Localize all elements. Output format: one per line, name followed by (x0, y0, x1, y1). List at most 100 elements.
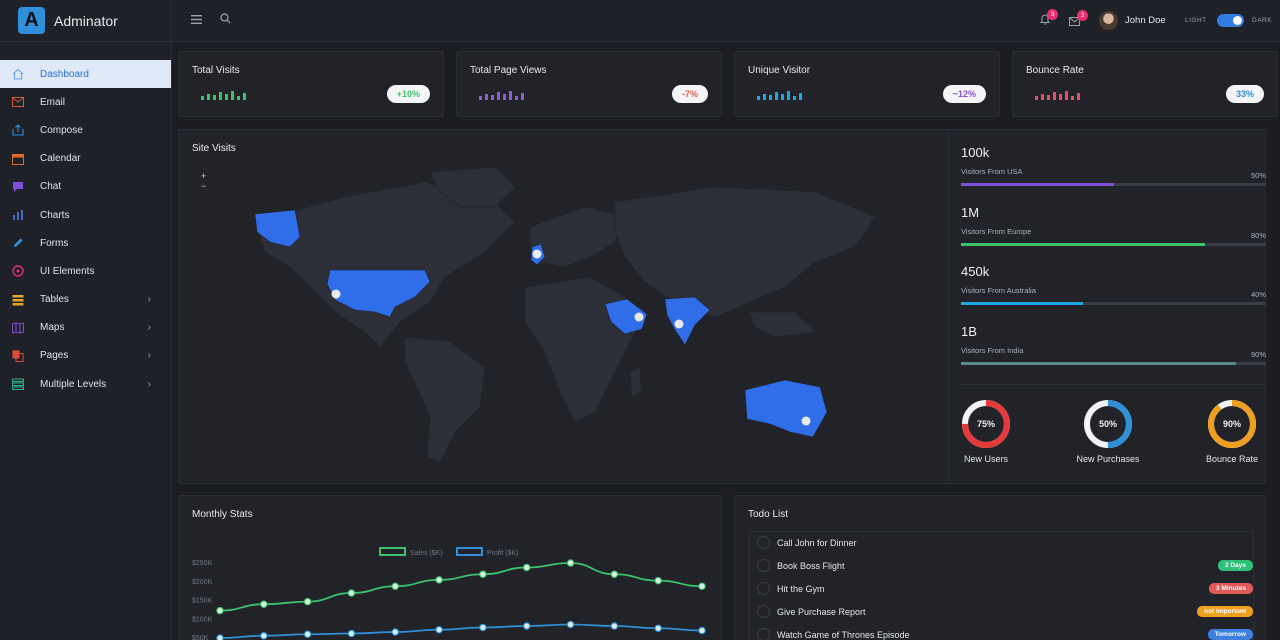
sparkline-bar (1035, 96, 1038, 100)
menu-icon[interactable] (191, 13, 202, 27)
todo-tag: 2 Days (1218, 560, 1253, 571)
todo-tag: Tomorrow (1207, 629, 1253, 640)
sidebar-item-dashboard[interactable]: Dashboard (0, 60, 171, 89)
region-percent: 40% (1250, 290, 1266, 299)
donut-value: 50% (1099, 419, 1117, 429)
sparkline-bar (485, 94, 488, 100)
sidebar-item-charts[interactable]: Charts (0, 201, 171, 229)
sparkline-bar (775, 92, 778, 100)
series-line (219, 623, 703, 639)
light-mode-label: LIGHT (1185, 17, 1207, 24)
chevron-right-icon: › (147, 322, 151, 334)
donut-label: New Users (963, 454, 1008, 464)
sidebar-item-forms[interactable]: Forms (0, 229, 171, 257)
sidebar-item-calendar[interactable]: Calendar (0, 145, 171, 173)
sparkline-bar (497, 92, 500, 100)
stat-change-badge: +10% (386, 85, 430, 103)
todo-item[interactable]: Call John for Dinner (749, 531, 1257, 554)
bell-icon[interactable]: 3 (1039, 9, 1058, 28)
sparkline-bar (793, 96, 796, 100)
marker-saudi (634, 312, 644, 322)
sidebar-item-multiple-levels[interactable]: Multiple Levels › (0, 370, 171, 398)
map-icon (12, 322, 24, 334)
sparkline-bar (1065, 91, 1068, 100)
share-icon (12, 124, 24, 137)
sparkline-bar (1071, 96, 1074, 100)
stat-title: Bounce Rate (1026, 65, 1084, 76)
sparkline-bar (207, 94, 210, 100)
data-point (522, 563, 531, 572)
world-map (254, 166, 876, 463)
sidebar-item-pages[interactable]: Pages › (0, 342, 171, 370)
todo-item[interactable]: Hit the Gym 3 Minutes (749, 577, 1257, 600)
data-point (522, 622, 531, 630)
legend-swatch (379, 547, 406, 556)
y-tick-label: $200K (192, 579, 213, 586)
donut-divider (957, 384, 1266, 385)
stat-change-badge: 33% (1225, 85, 1264, 103)
progress-track (961, 183, 1266, 186)
sparkline (1035, 90, 1080, 100)
marker-usa (331, 289, 341, 299)
data-point (347, 629, 356, 638)
bar-chart-icon (12, 209, 24, 221)
sparkline-bar (231, 91, 234, 100)
todo-text: Give Purchase Report (777, 606, 866, 617)
donut-chart: 50% (1084, 400, 1132, 448)
legend-swatch (456, 547, 483, 556)
sparkline-bar (769, 95, 772, 100)
sparkline-bar (491, 95, 494, 100)
sidebar-item-label: UI Elements (40, 265, 95, 277)
sidebar-item-chat[interactable]: Chat (0, 173, 171, 201)
sidebar-item-maps[interactable]: Maps › (0, 314, 171, 342)
layers-icon (12, 378, 24, 391)
todo-item[interactable]: Watch Game of Thrones Episode Tomorrow (749, 623, 1257, 640)
avatar[interactable] (1099, 11, 1118, 30)
region-percent: 80% (1250, 230, 1266, 240)
divider (948, 130, 949, 483)
region-percent: 50% (1250, 171, 1266, 180)
region-label: Visitors From India (961, 345, 1024, 355)
mail-icon[interactable]: 3 (1069, 10, 1088, 29)
sidebar-item-label: Email (40, 96, 66, 108)
todo-checkbox[interactable] (757, 536, 770, 549)
data-point (216, 606, 224, 615)
todo-checkbox[interactable] (757, 605, 770, 618)
data-point (698, 582, 706, 591)
palette-icon (12, 265, 24, 278)
todo-checkbox[interactable] (757, 582, 770, 595)
sparkline-bar (1059, 94, 1062, 100)
region-stat: 450k Visitors From Australia 40% (961, 264, 1266, 305)
table-icon (12, 294, 24, 306)
sidebar-item-label: Tables (40, 294, 69, 306)
sparkline (201, 90, 246, 100)
sparkline-bar (515, 96, 518, 100)
sparkline-bar (509, 91, 512, 100)
todo-tag: not important (1197, 606, 1253, 617)
y-tick-label: $150K (192, 598, 213, 605)
data-point (260, 631, 268, 640)
sparkline-bar (479, 96, 482, 100)
brand[interactable]: A Adminator (0, 0, 171, 42)
sparkline-bar (521, 93, 524, 100)
search-icon[interactable] (220, 13, 231, 27)
todo-checkbox[interactable] (757, 559, 770, 572)
todo-item[interactable]: Give Purchase Report not important (749, 600, 1257, 623)
sidebar-item-tables[interactable]: Tables › (0, 286, 171, 314)
theme-toggle[interactable] (1217, 14, 1244, 27)
region-value: 1B (961, 323, 977, 339)
todo-item[interactable]: Book Boss Flight 2 Days (749, 554, 1257, 577)
marker-australia (801, 416, 811, 426)
home-icon (12, 68, 24, 80)
sidebar-item-label: Calendar (40, 153, 81, 165)
region-value: 1M (961, 204, 980, 220)
y-tick-label: $250K (192, 560, 213, 567)
y-tick-label: $100K (192, 616, 213, 623)
todo-checkbox[interactable] (757, 628, 770, 640)
sidebar-item-ui-elements[interactable]: UI Elements (0, 257, 171, 285)
user-name[interactable]: John Doe (1125, 15, 1166, 26)
sidebar-item-email[interactable]: Email (0, 88, 171, 116)
southeast-asia (749, 311, 816, 338)
todo-text: Hit the Gym (777, 583, 825, 594)
sidebar-item-compose[interactable]: Compose (0, 116, 171, 144)
